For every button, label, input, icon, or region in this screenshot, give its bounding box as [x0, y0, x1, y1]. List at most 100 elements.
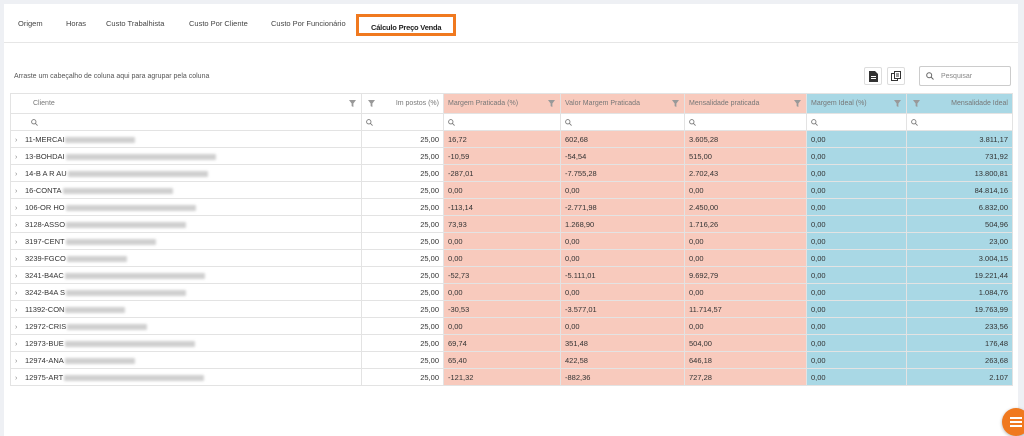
cell-mensalidade-ideal: 19.763,99 — [906, 300, 1013, 318]
cell-impostos: 25,00 — [361, 130, 444, 148]
filter-icon[interactable] — [548, 100, 555, 107]
column-header-cliente[interactable]: Cliente — [10, 93, 362, 114]
filter-icon[interactable] — [349, 100, 356, 107]
cell-valor-margem-praticada: -2.771,98 — [560, 198, 685, 216]
expand-row-icon[interactable]: › — [15, 358, 25, 365]
column-chooser-button[interactable] — [887, 67, 905, 85]
cell-mensalidade-praticada: 1.716,26 — [684, 215, 807, 233]
expand-row-icon[interactable]: › — [15, 324, 25, 331]
expand-row-icon[interactable]: › — [15, 188, 25, 195]
tab-origem[interactable]: Origem — [18, 19, 43, 28]
filter-icon[interactable] — [672, 100, 679, 107]
expand-row-icon[interactable]: › — [15, 256, 25, 263]
redacted-text — [64, 374, 205, 381]
cell-margem-praticada: 65,40 — [443, 351, 561, 369]
cell-margem-praticada: 69,74 — [443, 334, 561, 352]
column-header-margem-praticada[interactable]: Margem Praticada (%) — [443, 93, 561, 114]
table-row[interactable]: › 11-MERCAI 25,00 16,72 602,68 3.605,28 0,00 3.… — [10, 130, 1013, 148]
filter-icon[interactable] — [794, 100, 801, 107]
data-grid: Cliente Im postos (%) Margem Praticada (… — [10, 93, 1013, 386]
column-header-impostos[interactable]: Im postos (%) — [361, 93, 444, 114]
filter-cell-mensalidade-ideal[interactable] — [906, 113, 1013, 131]
column-header-valor-margem-praticada[interactable]: Valor Margem Praticada — [560, 93, 685, 114]
tab-horas[interactable]: Horas — [66, 19, 86, 28]
table-row[interactable]: › 106-OR HO 25,00 -113,14 -2.771,98 2.450,00 0… — [10, 198, 1013, 216]
table-row[interactable]: › 14-B A R AU 25,00 -287,01 -7.755,28 2.702,4… — [10, 164, 1013, 182]
column-header-label: Im postos (%) — [395, 100, 439, 107]
tab-custo-por-funcionario[interactable]: Custo Por Funcionário — [271, 19, 346, 28]
column-header-label: Valor Margem Praticada — [565, 100, 640, 107]
filter-cell-valor-margem[interactable] — [560, 113, 685, 131]
expand-row-icon[interactable]: › — [15, 171, 25, 178]
floating-menu-button[interactable] — [1002, 408, 1024, 436]
cell-margem-ideal: 0,00 — [806, 283, 907, 301]
filter-icon[interactable] — [368, 100, 375, 107]
cell-mensalidade-praticada: 727,28 — [684, 368, 807, 386]
expand-row-icon[interactable]: › — [15, 137, 25, 144]
cell-mensalidade-ideal: 263,68 — [906, 351, 1013, 369]
cell-valor-margem-praticada: 0,00 — [560, 283, 685, 301]
client-name: 12973-BUE — [25, 338, 64, 348]
filter-icon[interactable] — [894, 100, 901, 107]
expand-row-icon[interactable]: › — [15, 222, 25, 229]
column-header-mensalidade-praticada[interactable]: Mensalidade praticada — [684, 93, 807, 114]
table-row[interactable]: › 3241-B4AC 25,00 -52,73 -5.111,01 9.692,79 0,… — [10, 266, 1013, 284]
cell-valor-margem-praticada: 602,68 — [560, 130, 685, 148]
cell-mensalidade-ideal: 3.004,15 — [906, 249, 1013, 267]
cell-cliente: › 106-OR HO — [10, 198, 362, 216]
filter-icon[interactable] — [913, 100, 920, 107]
table-row[interactable]: › 12974-ANA 25,00 65,40 422,58 646,18 0,00 263,… — [10, 351, 1013, 369]
expand-row-icon[interactable]: › — [15, 375, 25, 382]
tab-bar: Origem Horas Custo Trabalhista Custo Por… — [4, 4, 1018, 43]
cell-impostos: 25,00 — [361, 317, 444, 335]
cell-valor-margem-praticada: 0,00 — [560, 249, 685, 267]
cell-cliente: › 14-B A R AU — [10, 164, 362, 182]
table-row[interactable]: › 3128-ASSO 25,00 73,93 1.268,90 1.716,26 0,00… — [10, 215, 1013, 233]
cell-margem-ideal: 0,00 — [806, 334, 907, 352]
tab-custo-trabalhista[interactable]: Custo Trabalhista — [106, 19, 164, 28]
filter-cell-margem-praticada[interactable] — [443, 113, 561, 131]
expand-row-icon[interactable]: › — [15, 307, 25, 314]
cell-valor-margem-praticada: -882,36 — [560, 368, 685, 386]
filter-cell-cliente[interactable] — [10, 113, 362, 131]
table-row[interactable]: › 12975-ART 25,00 -121,32 -882,36 727,28 0,00 2… — [10, 368, 1013, 386]
cell-impostos: 25,00 — [361, 300, 444, 318]
cell-margem-ideal: 0,00 — [806, 249, 907, 267]
table-row[interactable]: › 3239-FGCO 25,00 0,00 0,00 0,00 0,00 3.004,15 — [10, 249, 1013, 267]
expand-row-icon[interactable]: › — [15, 239, 25, 246]
expand-row-icon[interactable]: › — [15, 290, 25, 297]
table-row[interactable]: › 13-BOHDAI 25,00 -10,59 -54,54 515,00 0,00 731… — [10, 147, 1013, 165]
search-box[interactable] — [919, 66, 1011, 86]
expand-row-icon[interactable]: › — [15, 273, 25, 280]
cell-impostos: 25,00 — [361, 334, 444, 352]
filter-cell-impostos[interactable] — [361, 113, 444, 131]
table-row[interactable]: › 11392-CON 25,00 -30,53 -3.577,01 11.714,57 0… — [10, 300, 1013, 318]
table-row[interactable]: › 12973-BUE 25,00 69,74 351,48 504,00 0,00 176,… — [10, 334, 1013, 352]
table-row[interactable]: › 16-CONTA 25,00 0,00 0,00 0,00 0,00 84.814,16 — [10, 181, 1013, 199]
cell-valor-margem-praticada: -7.755,28 — [560, 164, 685, 182]
column-header-margem-ideal[interactable]: Margem Ideal (%) — [806, 93, 907, 114]
search-input[interactable] — [939, 71, 1007, 81]
grid-filter-row — [10, 113, 1013, 131]
cell-mensalidade-praticada: 515,00 — [684, 147, 807, 165]
filter-cell-margem-ideal[interactable] — [806, 113, 907, 131]
table-row[interactable]: › 3242-B4A S 25,00 0,00 0,00 0,00 0,00 1.084,76 — [10, 283, 1013, 301]
tab-calculo-preco-venda[interactable]: Cálculo Preço Venda — [356, 14, 457, 36]
tab-custo-por-cliente[interactable]: Custo Por Cliente — [189, 19, 248, 28]
table-row[interactable]: › 3197-CENT 25,00 0,00 0,00 0,00 0,00 23,00 — [10, 232, 1013, 250]
expand-row-icon[interactable]: › — [15, 341, 25, 348]
cell-impostos: 25,00 — [361, 215, 444, 233]
export-pdf-button[interactable] — [864, 67, 882, 85]
filter-cell-mensalidade-praticada[interactable] — [684, 113, 807, 131]
column-header-mensalidade-ideal[interactable]: Mensalidade Ideal — [906, 93, 1013, 114]
grid-body: › 11-MERCAI 25,00 16,72 602,68 3.605,28 0,00 3.… — [10, 130, 1013, 386]
cell-mensalidade-ideal: 731,92 — [906, 147, 1013, 165]
cell-cliente: › 11392-CON — [10, 300, 362, 318]
expand-row-icon[interactable]: › — [15, 154, 25, 161]
cell-margem-ideal: 0,00 — [806, 232, 907, 250]
cell-margem-praticada: -10,59 — [443, 147, 561, 165]
cell-margem-ideal: 0,00 — [806, 368, 907, 386]
table-row[interactable]: › 12972-CRIS 25,00 0,00 0,00 0,00 0,00 233,56 — [10, 317, 1013, 335]
expand-row-icon[interactable]: › — [15, 205, 25, 212]
cell-impostos: 25,00 — [361, 198, 444, 216]
